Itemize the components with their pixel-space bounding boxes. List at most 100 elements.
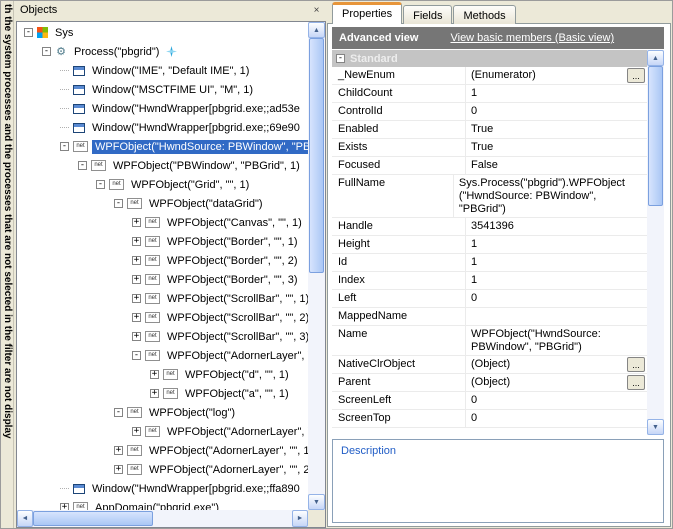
expand-icon[interactable]: + <box>150 389 159 398</box>
ellipsis-button[interactable]: ... <box>627 357 645 372</box>
collapse-icon[interactable]: - <box>114 408 123 417</box>
expand-icon[interactable]: + <box>132 218 141 227</box>
tree-item[interactable]: -Sys <box>18 23 308 42</box>
tree-item[interactable]: -netWPFObject("dataGrid") <box>18 194 308 213</box>
tree-item[interactable]: Window("HwndWrapper[pbgrid.exe;;69e90 <box>18 118 308 137</box>
property-row[interactable]: Parent(Object)... <box>332 374 647 392</box>
scrollbar-track[interactable] <box>647 66 664 419</box>
expand-icon[interactable]: + <box>114 465 123 474</box>
scrollbar-track[interactable] <box>33 510 292 527</box>
property-value-cell: (Object)... <box>466 374 647 391</box>
ellipsis-button[interactable]: ... <box>627 68 645 83</box>
expand-icon[interactable]: + <box>132 294 141 303</box>
scroll-up-button[interactable]: ▲ <box>308 22 325 38</box>
property-row[interactable]: FocusedFalse <box>332 157 647 175</box>
property-name: Name <box>332 326 466 355</box>
expand-icon[interactable]: + <box>114 446 123 455</box>
ellipsis-button[interactable]: ... <box>627 375 645 390</box>
property-row[interactable]: FullNameSys.Process("pbgrid").WPFObject … <box>332 175 647 218</box>
property-row[interactable]: MappedName <box>332 308 647 326</box>
expand-icon[interactable]: + <box>132 313 141 322</box>
tree-item[interactable]: +netWPFObject("AdornerLayer", "", 1) <box>18 441 308 460</box>
expand-icon[interactable]: + <box>132 275 141 284</box>
tree-item[interactable]: -netWPFObject("AdornerLayer", "", 1) <box>18 346 308 365</box>
objects-panel-header: Objects × <box>14 1 327 20</box>
tree-item[interactable]: +netWPFObject("AdornerLayer", "", 2) <box>18 460 308 479</box>
scroll-right-button[interactable]: ► <box>292 510 308 527</box>
property-row[interactable]: Index1 <box>332 272 647 290</box>
collapse-icon[interactable]: - <box>24 28 33 37</box>
tree-item-label: WPFObject("PBWindow", "PBGrid", 1) <box>110 159 303 173</box>
property-row[interactable]: ScreenTop0 <box>332 410 647 428</box>
property-name: Height <box>332 236 466 253</box>
scroll-down-button[interactable]: ▼ <box>647 419 664 435</box>
tree-item[interactable]: +netWPFObject("ScrollBar", "", 3) <box>18 327 308 346</box>
collapse-icon[interactable]: - <box>336 54 345 63</box>
tree-item[interactable]: +netWPFObject("a", "", 1) <box>18 384 308 403</box>
property-row[interactable]: ScreenLeft0 <box>332 392 647 410</box>
property-value-cell: 0 <box>466 290 647 307</box>
expand-icon[interactable]: + <box>132 256 141 265</box>
close-icon[interactable]: × <box>310 4 323 17</box>
property-row[interactable]: EnabledTrue <box>332 121 647 139</box>
collapse-icon[interactable]: - <box>132 351 141 360</box>
property-row[interactable]: NameWPFObject("HwndSource: PBWindow", "P… <box>332 326 647 356</box>
tree-item[interactable]: -netWPFObject("PBWindow", "PBGrid", 1) <box>18 156 308 175</box>
expand-icon[interactable]: + <box>132 427 141 436</box>
property-row[interactable]: Id1 <box>332 254 647 272</box>
scroll-left-button[interactable]: ◄ <box>17 510 33 527</box>
tree-horizontal-scrollbar[interactable]: ◄ ► <box>17 510 308 527</box>
tree-item[interactable]: +netWPFObject("Border", "", 2) <box>18 251 308 270</box>
net-icon: net <box>127 464 142 475</box>
tree-item[interactable]: Window("MSCTFIME UI", "M", 1) <box>18 80 308 99</box>
property-row[interactable]: ChildCount1 <box>332 85 647 103</box>
tree-vertical-scrollbar[interactable]: ▲ ▼ <box>308 22 325 510</box>
property-row[interactable]: ControlId0 <box>332 103 647 121</box>
tree-item[interactable]: +netAppDomain("pbgrid.exe") <box>18 498 308 510</box>
collapse-icon[interactable]: - <box>78 161 87 170</box>
tree-item[interactable]: -netWPFObject("Grid", "", 1) <box>18 175 308 194</box>
expand-icon[interactable]: + <box>150 370 159 379</box>
tab-methods[interactable]: Methods <box>453 5 515 24</box>
property-row[interactable]: Handle3541396 <box>332 218 647 236</box>
tree-item[interactable]: +netWPFObject("ScrollBar", "", 2) <box>18 308 308 327</box>
net-icon: net <box>145 293 160 304</box>
tree-item[interactable]: +netWPFObject("Canvas", "", 1) <box>18 213 308 232</box>
scrollbar-thumb[interactable] <box>33 511 153 526</box>
category-row-standard[interactable]: - Standard <box>332 50 647 67</box>
collapse-icon[interactable]: - <box>96 180 105 189</box>
grid-vertical-scrollbar[interactable]: ▲ ▼ <box>647 50 664 435</box>
tab-properties[interactable]: Properties <box>332 2 402 24</box>
expand-icon[interactable]: + <box>132 237 141 246</box>
property-row[interactable]: ExistsTrue <box>332 139 647 157</box>
tree-item[interactable]: Window("HwndWrapper[pbgrid.exe;;ffa890 <box>18 479 308 498</box>
scrollbar-thumb[interactable] <box>309 38 324 273</box>
tab-fields[interactable]: Fields <box>403 5 452 24</box>
tree-item[interactable]: -⚙Process("pbgrid") <box>18 42 308 61</box>
tree-item[interactable]: -netWPFObject("log") <box>18 403 308 422</box>
expand-icon[interactable]: + <box>60 503 69 510</box>
scroll-up-button[interactable]: ▲ <box>647 50 664 66</box>
property-row[interactable]: Height1 <box>332 236 647 254</box>
tree-item[interactable]: Window("HwndWrapper[pbgrid.exe;;ad53e <box>18 99 308 118</box>
tree-item[interactable]: +netWPFObject("Border", "", 3) <box>18 270 308 289</box>
tree-item[interactable]: -netWPFObject("HwndSource: PBWindow", "P… <box>18 137 308 156</box>
collapse-icon[interactable]: - <box>114 199 123 208</box>
property-row[interactable]: Left0 <box>332 290 647 308</box>
tree-item[interactable]: Window("IME", "Default IME", 1) <box>18 61 308 80</box>
scrollbar-track[interactable] <box>308 38 325 494</box>
scrollbar-thumb[interactable] <box>648 66 663 206</box>
tree-item[interactable]: +netWPFObject("ScrollBar", "", 1) <box>18 289 308 308</box>
property-row[interactable]: _NewEnum(Enumerator)... <box>332 67 647 85</box>
property-row[interactable]: NativeClrObject(Object)... <box>332 356 647 374</box>
basic-view-link[interactable]: View basic members (Basic view) <box>450 32 614 44</box>
tree-item[interactable]: +netWPFObject("d", "", 1) <box>18 365 308 384</box>
collapse-icon[interactable]: - <box>42 47 51 56</box>
property-value: 1 <box>471 87 477 99</box>
property-name: NativeClrObject <box>332 356 466 373</box>
tree-item[interactable]: +netWPFObject("AdornerLayer", "", 1) <box>18 422 308 441</box>
collapse-icon[interactable]: - <box>60 142 69 151</box>
expand-icon[interactable]: + <box>132 332 141 341</box>
scroll-down-button[interactable]: ▼ <box>308 494 325 510</box>
tree-item[interactable]: +netWPFObject("Border", "", 1) <box>18 232 308 251</box>
